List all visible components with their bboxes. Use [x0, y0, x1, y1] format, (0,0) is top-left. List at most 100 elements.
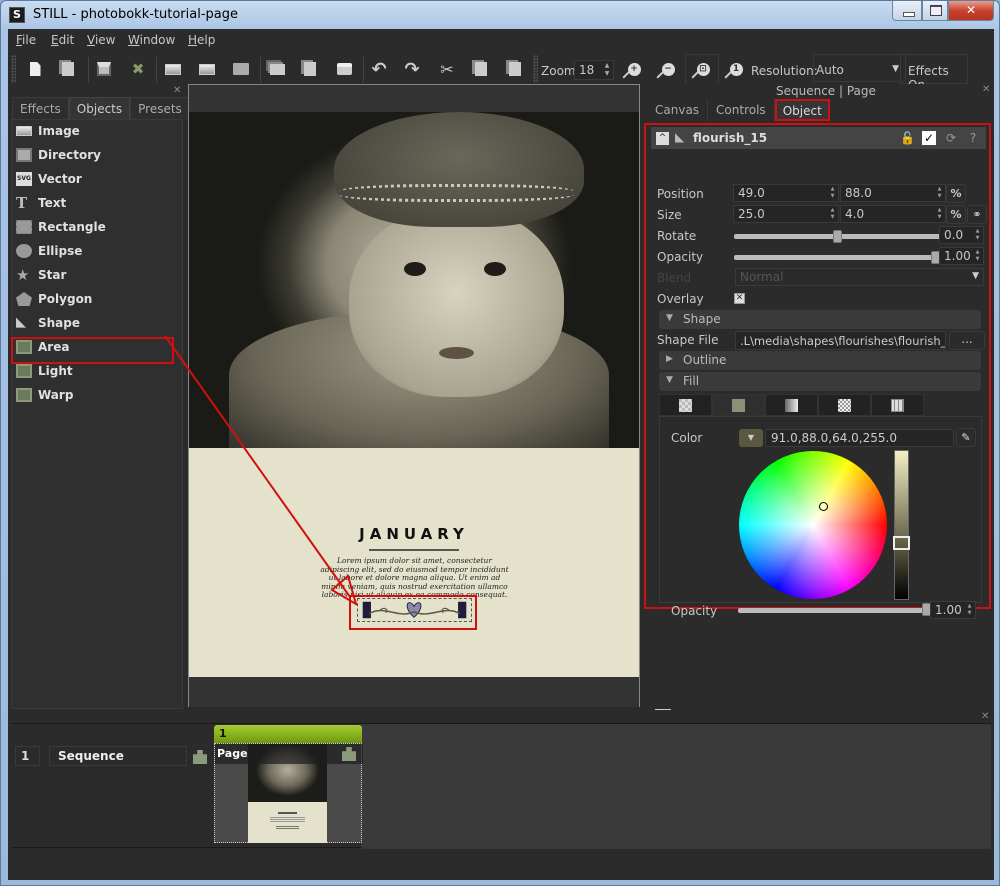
new-from-template-button[interactable] — [56, 57, 80, 81]
spin-arrows[interactable]: ▲ ▼ — [965, 603, 974, 617]
size-width-input[interactable]: 25.0 ▲ ▼ — [733, 205, 839, 223]
position-y-input[interactable]: 88.0 ▲ ▼ — [840, 184, 946, 202]
fill-tab-gradient[interactable] — [765, 394, 818, 416]
cut-button[interactable]: ✂ — [435, 57, 459, 81]
timeline-track[interactable] — [361, 724, 991, 849]
object-item-directory[interactable]: Directory — [12, 144, 182, 166]
page-thumbnail-card[interactable]: Page — [214, 743, 363, 843]
fill-opacity-input[interactable]: 1.00 ▲ ▼ — [930, 601, 976, 619]
redo-button[interactable]: ↷ — [400, 57, 424, 81]
toolbar-grip[interactable] — [11, 55, 16, 83]
fill-tab-none[interactable] — [659, 394, 712, 416]
batch-export-button[interactable] — [265, 57, 289, 81]
copy-button[interactable] — [469, 57, 493, 81]
rotate-input[interactable]: 0.0 ▲ ▼ — [939, 226, 984, 244]
menu-help[interactable]: Help — [188, 33, 215, 47]
zoom-out-button[interactable]: − — [656, 57, 680, 81]
maximize-button[interactable] — [922, 1, 948, 21]
fill-tab-transparent[interactable] — [818, 394, 871, 416]
lorem-text[interactable]: Lorem ipsum dolor sit amet, consectetur … — [317, 556, 512, 600]
color-swatch-button[interactable]: ▼ — [739, 429, 763, 447]
object-item-warp[interactable]: Warp — [12, 384, 182, 406]
menu-window[interactable]: Window — [128, 33, 175, 47]
object-item-rectangle[interactable]: Rectangle — [12, 216, 182, 238]
canvas-viewport[interactable]: JANUARY Lorem ipsum dolor sit amet, cons… — [188, 84, 640, 707]
page-number-bar[interactable]: 1 — [214, 725, 362, 743]
tab-presets[interactable]: Presets — [130, 97, 190, 119]
tab-object[interactable]: Object — [774, 99, 830, 121]
sequence-effects-icon[interactable] — [193, 750, 207, 764]
panel-close-icon[interactable]: ✕ — [173, 85, 181, 96]
reset-icon[interactable]: ⟳ — [944, 131, 958, 145]
month-title[interactable]: JANUARY — [189, 525, 639, 543]
help-icon[interactable]: ? — [966, 131, 980, 145]
zoom-fit-button-icon-wrap[interactable]: ⊡ — [691, 57, 715, 81]
shape-file-input[interactable]: .L\media\shapes\flourishes\flourish_15.s… — [735, 331, 946, 350]
opacity-slider[interactable] — [734, 255, 941, 260]
spin-arrows[interactable]: ▲ ▼ — [935, 186, 944, 200]
minimize-button[interactable] — [892, 1, 922, 21]
size-height-input[interactable]: 4.0 ▲ ▼ — [840, 205, 946, 223]
tab-objects[interactable]: Objects — [68, 97, 131, 119]
spin-arrows[interactable]: ▲ ▼ — [828, 207, 837, 221]
fill-opacity-slider[interactable] — [738, 608, 928, 613]
object-item-star[interactable]: ★ Star — [12, 264, 182, 286]
zoom-actual-button[interactable]: 1 — [724, 57, 748, 81]
eyedropper-button[interactable]: ✎ — [956, 428, 976, 447]
panel-close-icon[interactable]: ✕ — [981, 711, 989, 722]
export-folder-button[interactable] — [229, 57, 253, 81]
overlay-checkbox[interactable]: ✕ — [734, 293, 745, 304]
close-document-button[interactable]: ✖ — [126, 57, 150, 81]
link-aspect-button[interactable]: ⚭ — [967, 205, 987, 224]
tab-controls[interactable]: Controls — [708, 99, 775, 121]
shape-section-header[interactable]: ▼ Shape — [659, 310, 981, 329]
menu-edit[interactable]: Edit — [51, 33, 74, 47]
fill-section-header[interactable]: ▼ Fill — [659, 372, 981, 391]
spin-arrows[interactable]: ▲ ▼ — [973, 249, 982, 263]
effects-toggle-button[interactable]: Effects On — [900, 54, 968, 92]
object-item-text[interactable]: T Text — [12, 192, 182, 214]
toolbar-grip[interactable] — [533, 55, 538, 83]
resolution-dropdown[interactable]: Auto ▼ — [813, 54, 906, 82]
menu-file[interactable]: File — [16, 33, 36, 47]
print-button[interactable] — [332, 57, 356, 81]
position-x-input[interactable]: 49.0 ▲ ▼ — [733, 184, 839, 202]
sequence-name[interactable]: Sequence — [49, 746, 187, 766]
object-item-vector[interactable]: SVG Vector — [12, 168, 182, 190]
value-slider-marker[interactable] — [893, 536, 910, 550]
object-item-shape[interactable]: ◣ Shape — [12, 312, 182, 334]
spin-arrows[interactable]: ▲ ▼ — [973, 228, 982, 242]
opacity-input[interactable]: 1.00 ▲ ▼ — [939, 247, 984, 265]
blend-dropdown[interactable]: Normal ▼ — [735, 268, 984, 286]
object-item-polygon[interactable]: Polygon — [12, 288, 182, 310]
browse-button[interactable]: ... — [949, 331, 985, 350]
export-image-button[interactable] — [195, 57, 219, 81]
collapse-button[interactable]: ^ — [656, 131, 669, 145]
spin-arrows[interactable]: ▲ ▼ — [828, 186, 837, 200]
color-wheel[interactable] — [739, 451, 887, 599]
object-item-image[interactable]: Image — [12, 120, 182, 142]
object-item-ellipse[interactable]: Ellipse — [12, 240, 182, 262]
outline-section-header[interactable]: ▶ Outline — [659, 351, 981, 370]
spin-arrows[interactable]: ▲ ▼ — [935, 207, 944, 221]
menu-view[interactable]: View — [87, 33, 115, 47]
export-pdf-button[interactable] — [298, 57, 322, 81]
spin-arrows[interactable]: ▲ ▼ — [602, 62, 612, 78]
zoom-spinbox[interactable]: 18 ▲ ▼ — [574, 60, 614, 80]
size-percent-toggle[interactable]: % — [946, 205, 966, 224]
fill-tab-solid[interactable] — [712, 394, 765, 416]
tab-effects[interactable]: Effects — [12, 97, 69, 119]
close-window-button[interactable]: ✕ — [948, 1, 994, 21]
fill-tab-pattern[interactable] — [871, 394, 924, 416]
new-document-button[interactable] — [23, 57, 47, 81]
rotate-slider-thumb[interactable] — [832, 230, 842, 243]
position-percent-toggle[interactable]: % — [946, 184, 966, 203]
undo-button[interactable]: ↶ — [367, 57, 391, 81]
baby-photo[interactable] — [189, 112, 639, 448]
paste-button[interactable] — [503, 57, 527, 81]
visible-checkbox[interactable]: ✓ — [922, 131, 936, 145]
lock-icon[interactable]: 🔓 — [900, 131, 915, 145]
tab-canvas[interactable]: Canvas — [647, 99, 709, 121]
zoom-in-button[interactable]: + — [622, 57, 646, 81]
color-value-input[interactable]: 91.0,88.0,64.0,255.0 — [765, 429, 954, 447]
